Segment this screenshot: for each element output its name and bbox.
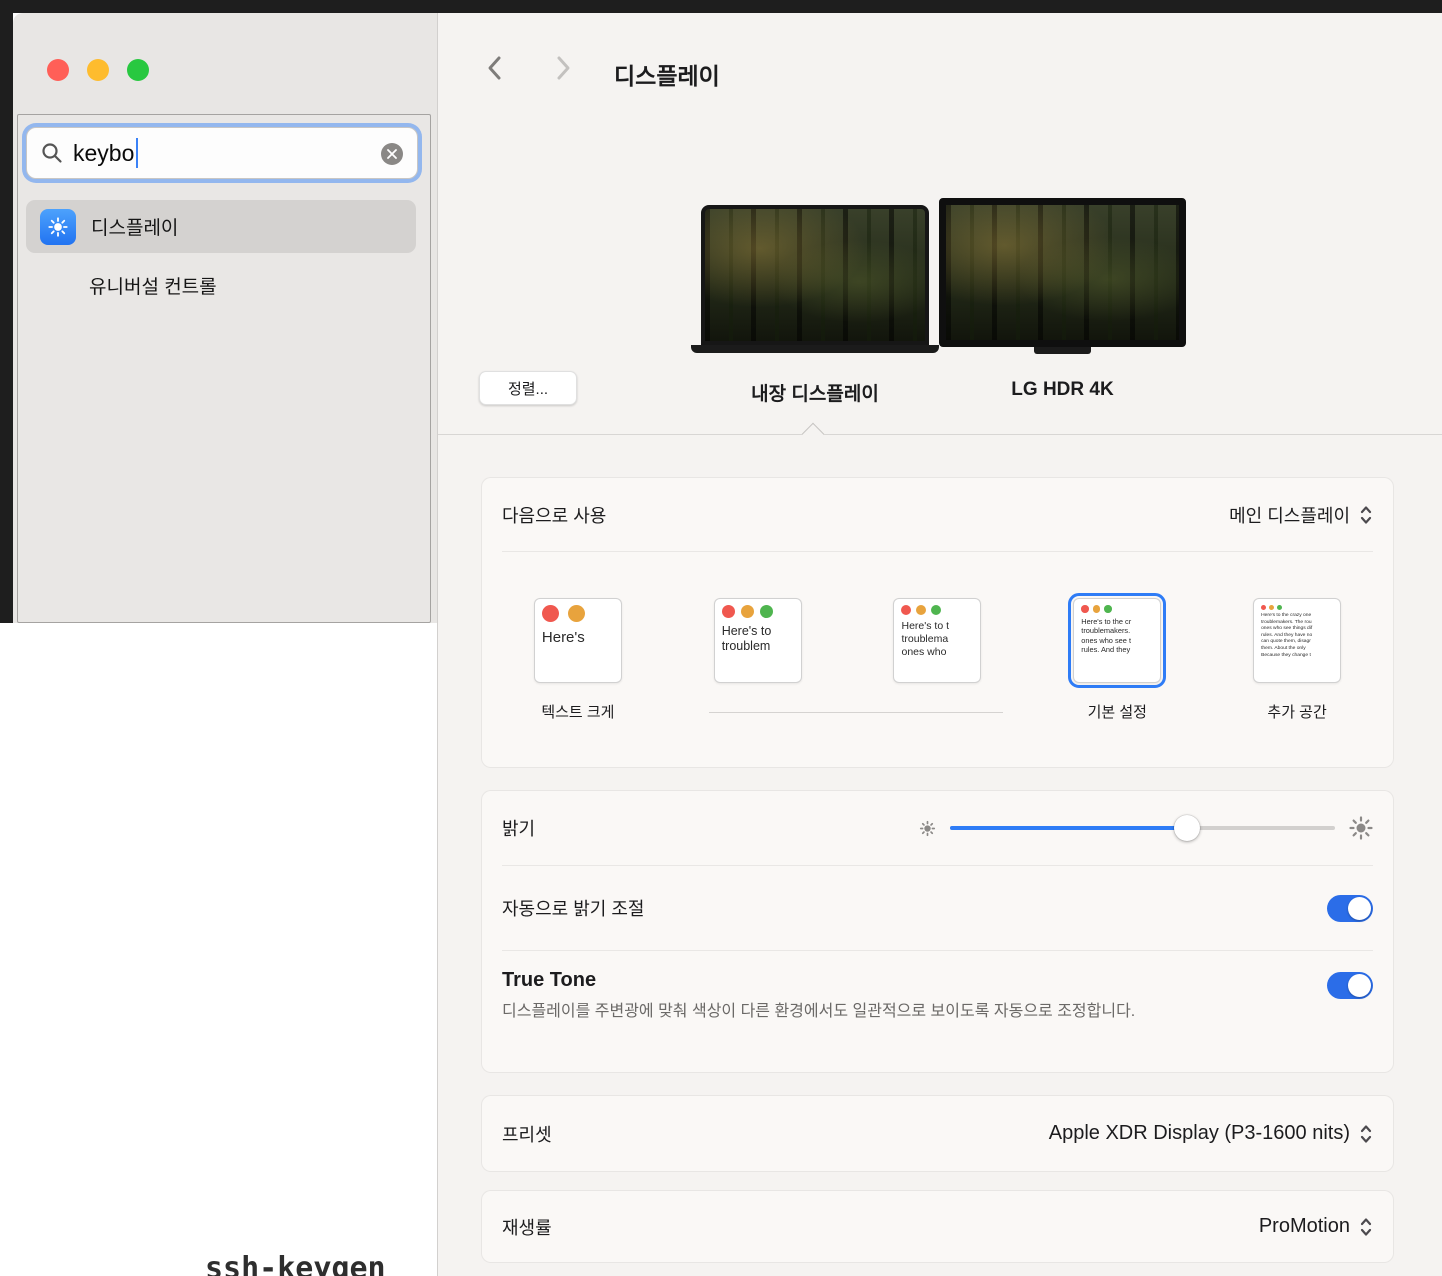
display-settings-panel: 다음으로 사용 메인 디스플레이 Here's 텍스트 크게 <box>481 477 1394 768</box>
external-display-thumbnail[interactable] <box>939 198 1186 358</box>
thumb-preview-text: Here's to troublem <box>722 624 794 654</box>
refresh-rate-row: 재생률 ProMotion <box>482 1191 1393 1262</box>
true-tone-description: 디스플레이를 주변광에 맞춰 색상이 다른 환경에서도 일관적으로 보이도록 자… <box>502 1000 1135 1023</box>
brightness-row: 밝기 <box>482 791 1393 865</box>
thumb-traffic-lights <box>1081 605 1153 613</box>
thumb-traffic-lights <box>1261 605 1333 610</box>
search-input[interactable]: keybo <box>26 127 418 179</box>
forward-chevron-icon[interactable] <box>556 55 572 86</box>
zoom-button[interactable] <box>127 59 149 81</box>
builtin-display-thumbnail[interactable] <box>701 205 929 353</box>
scale-option-more-space[interactable]: Here's to the crazy one troublemakers. T… <box>1207 552 1387 768</box>
external-display-wallpaper <box>939 198 1186 347</box>
brightness-dim-icon <box>919 820 936 837</box>
search-icon <box>41 142 63 164</box>
window-controls <box>47 59 149 81</box>
use-as-row: 다음으로 사용 메인 디스플레이 <box>482 478 1393 551</box>
brightness-bright-icon <box>1349 816 1373 840</box>
brightness-label: 밝기 <box>502 815 535 841</box>
scale-option-label: 텍스트 크게 <box>541 701 614 719</box>
auto-brightness-row: 자동으로 밝기 조절 <box>482 866 1393 950</box>
search-input-value: keybo <box>73 140 134 167</box>
scale-option-2[interactable]: Here's to troublem <box>668 552 848 768</box>
true-tone-row: True Tone 디스플레이를 주변광에 맞춰 색상이 다른 환경에서도 일관… <box>482 951 1393 1023</box>
preset-popup[interactable]: Apple XDR Display (P3-1600 nits) <box>1049 1122 1373 1145</box>
builtin-display-wallpaper <box>701 205 929 345</box>
search-result-label: 디스플레이 <box>91 213 178 240</box>
desktop-background <box>0 0 13 623</box>
close-button[interactable] <box>47 59 69 81</box>
clear-search-icon[interactable] <box>381 143 403 165</box>
thumb-preview-text: Here's to the crazy one troublemakers. T… <box>1261 613 1333 659</box>
page-title: 디스플레이 <box>614 57 720 91</box>
preset-label: 프리셋 <box>502 1121 552 1147</box>
auto-brightness-toggle[interactable] <box>1327 895 1373 922</box>
preset-row: 프리셋 Apple XDR Display (P3-1600 nits) <box>482 1096 1393 1171</box>
refresh-rate-panel: 재생률 ProMotion <box>481 1190 1394 1263</box>
scale-tick-line <box>709 712 1003 713</box>
toggle-knob <box>1348 974 1371 997</box>
stepper-chevrons-icon <box>1359 1216 1373 1238</box>
use-as-label: 다음으로 사용 <box>502 502 606 528</box>
toggle-knob <box>1348 897 1371 920</box>
screen: ssh-keygen keybo <box>0 0 1442 1276</box>
refresh-rate-value: ProMotion <box>1259 1215 1350 1238</box>
preset-panel: 프리셋 Apple XDR Display (P3-1600 nits) <box>481 1095 1394 1172</box>
refresh-rate-label: 재생률 <box>502 1214 552 1240</box>
thumb-traffic-lights <box>901 605 973 615</box>
desktop-background <box>0 0 1442 13</box>
thumb-traffic-lights <box>722 605 794 618</box>
scale-option-larger-text[interactable]: Here's 텍스트 크게 <box>488 552 668 768</box>
stepper-chevrons-icon <box>1359 1123 1373 1145</box>
text-caret <box>136 138 138 168</box>
background-terminal-text: ssh-keygen <box>205 1251 386 1276</box>
brightness-slider[interactable] <box>950 815 1335 841</box>
display-brightness-icon <box>40 209 76 245</box>
auto-brightness-label: 자동으로 밝기 조절 <box>502 895 644 921</box>
search-result-universal-control[interactable]: 유니버설 컨트롤 <box>89 272 217 299</box>
scale-option-label: 추가 공간 <box>1267 701 1326 719</box>
preset-value: Apple XDR Display (P3-1600 nits) <box>1049 1122 1350 1145</box>
thumb-preview-text: Here's to the cr troublemakers. ones who… <box>1081 617 1153 656</box>
monitor-stand <box>1034 347 1091 354</box>
slider-knob[interactable] <box>1174 815 1200 841</box>
use-as-popup[interactable]: 메인 디스플레이 <box>1229 502 1373 528</box>
refresh-rate-popup[interactable]: ProMotion <box>1259 1215 1373 1238</box>
thumb-preview-text: Here's <box>542 629 614 647</box>
search-result-displays[interactable]: 디스플레이 <box>26 200 416 253</box>
selected-display-notch <box>802 423 825 446</box>
minimize-button[interactable] <box>87 59 109 81</box>
stepper-chevrons-icon <box>1359 504 1373 526</box>
settings-content: 디스플레이 내장 디스플레이 LG HDR 4K 정렬... 다음으로 사용 메… <box>437 13 1442 1276</box>
brightness-panel: 밝기 <box>481 790 1394 1073</box>
scale-option-default[interactable]: Here's to the cr troublemakers. ones who… <box>1027 552 1207 768</box>
search-results-panel: keybo 디스플레이 유니버설 컨트롤 <box>17 114 431 623</box>
thumb-traffic-lights <box>542 605 614 622</box>
laptop-base <box>691 345 939 353</box>
section-divider <box>438 434 1442 435</box>
thumb-preview-text: Here's to t troublema ones who <box>901 620 973 659</box>
true-tone-toggle[interactable] <box>1327 972 1373 999</box>
external-display-name: LG HDR 4K <box>939 379 1186 401</box>
back-chevron-icon[interactable] <box>486 55 502 86</box>
settings-sidebar: keybo 디스플레이 유니버설 컨트롤 <box>13 13 437 623</box>
scale-option-label: 기본 설정 <box>1088 701 1147 719</box>
arrange-button[interactable]: 정렬... <box>479 371 577 405</box>
true-tone-label: True Tone <box>502 969 1135 992</box>
builtin-display-name: 내장 디스플레이 <box>701 379 929 406</box>
use-as-value: 메인 디스플레이 <box>1229 502 1350 528</box>
scale-option-3[interactable]: Here's to t troublema ones who <box>848 552 1028 768</box>
resolution-scale-options: Here's 텍스트 크게 Here's to troublem Here's … <box>482 552 1393 768</box>
slider-fill <box>950 826 1187 830</box>
